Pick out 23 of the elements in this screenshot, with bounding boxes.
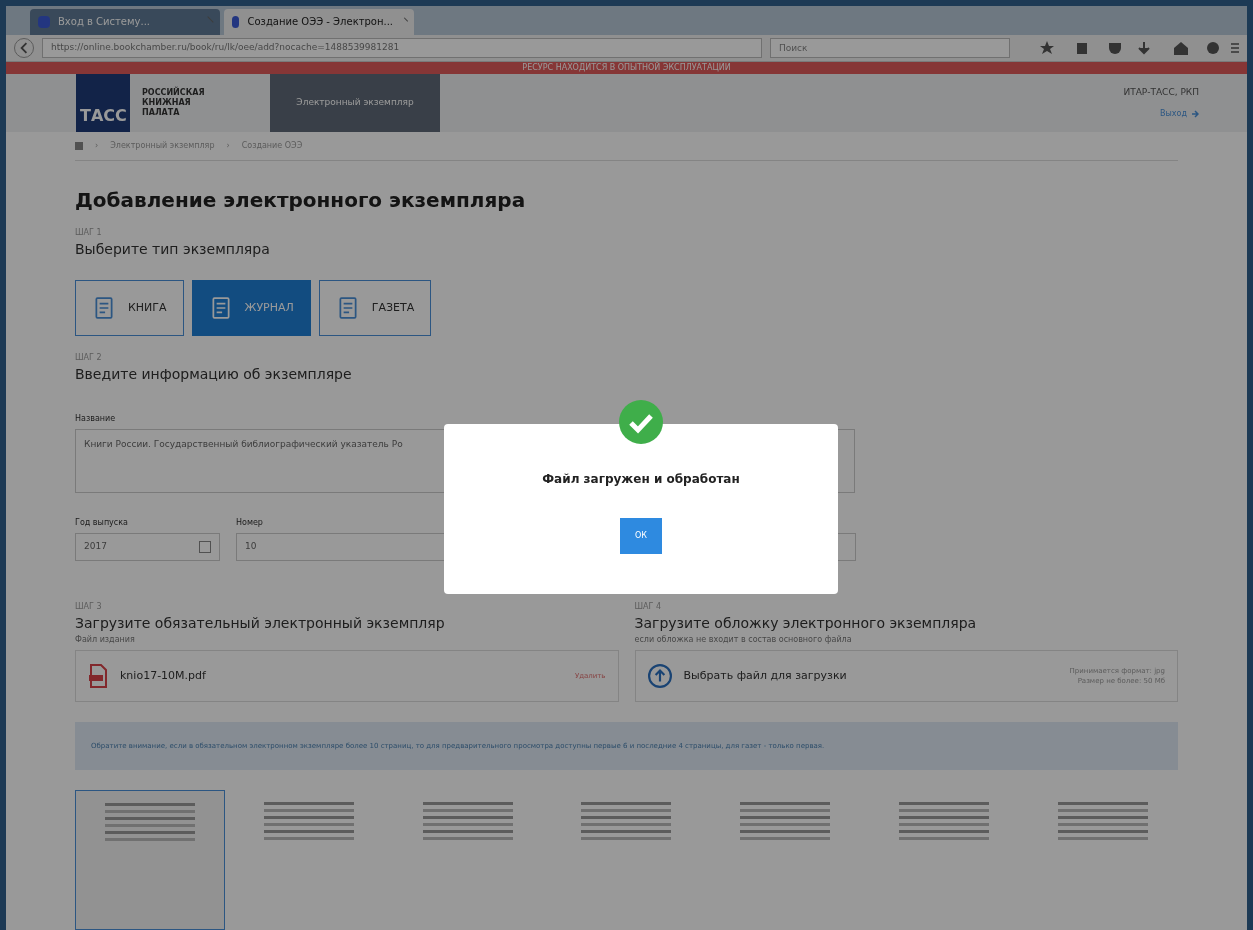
org-name: РОССИЙСКАЯ [142,88,206,98]
upload-label: Выбрать файл для загрузки [683,667,847,684]
step-hint: если обложка не входит в состав основного файла [634,634,853,646]
field-label: Номер [236,517,264,529]
field-label: Год выпуска [75,517,129,529]
org-name: КНИЖНАЯ [142,98,192,108]
step-title: Загрузите обложку электронного экземпляра [634,614,978,633]
tab-title: Вход в Систему... [58,15,152,30]
step-label: ШАГ 1 [75,227,103,239]
step-title: Загрузите обязательный электронный экземпляр [75,614,446,633]
status-banner: РЕСУРС НАХОДИТСЯ В ОПЫТНОЙ ЭКСПЛУАТАЦИИ [6,62,1247,75]
breadcrumb-separator: › [95,140,99,152]
field-label: Название [75,413,117,425]
page-title: Добавление электронного экземпляра [75,187,527,214]
dialog-message: Файл загружен и обработан [542,471,740,488]
step-hint: Файл издания [75,634,136,646]
file-name: knio17-10M.pdf [120,667,206,684]
step-title: Выберите тип экземпляра [75,240,271,259]
tab-title: Создание ОЭЭ - Электрон... [247,15,394,30]
step-label: ШАГ 3 [75,601,103,613]
org-name: ПАЛАТА [142,108,181,118]
step-title: Введите информацию об экземпляре [75,365,353,384]
breadcrumb-separator: › [226,140,230,152]
